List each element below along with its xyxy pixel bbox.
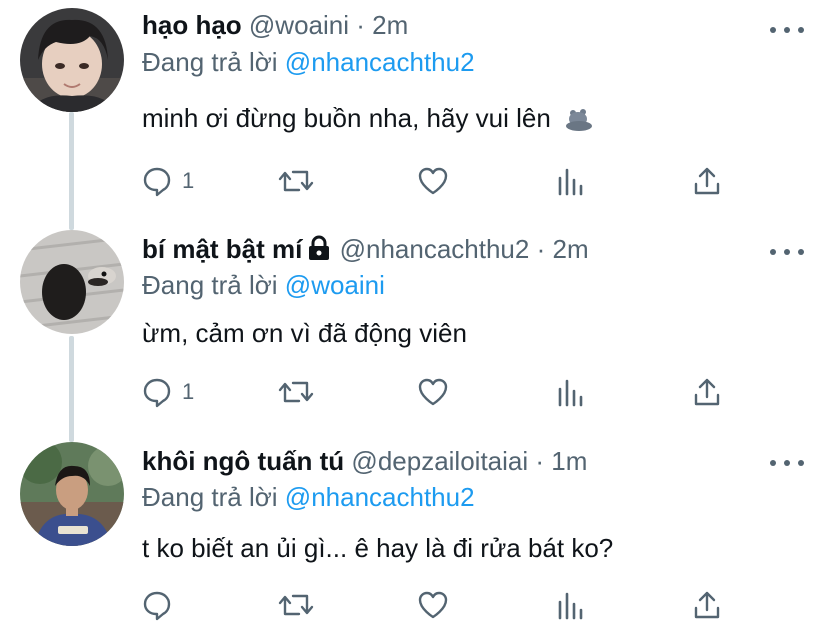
handle[interactable]: @nhancachthu2	[340, 234, 530, 264]
replying-to: Đang trả lời @woaini	[142, 270, 385, 300]
mention-link[interactable]: @nhancachthu2	[285, 482, 475, 512]
analytics-button[interactable]	[554, 163, 588, 199]
reply-button[interactable]: 1	[140, 163, 194, 199]
display-name[interactable]: bí mật bật mí	[142, 234, 302, 264]
display-name[interactable]: hạo hạo	[142, 10, 242, 40]
retweet-icon	[278, 381, 314, 403]
reply-icon	[143, 378, 171, 408]
reply-button[interactable]: 1	[140, 374, 194, 410]
separator: ·	[535, 446, 545, 476]
like-icon	[418, 167, 448, 195]
reply-button[interactable]	[140, 587, 182, 623]
retweet-icon	[278, 170, 314, 192]
replying-to: Đang trả lời @nhancachthu2	[142, 47, 475, 77]
mention-link[interactable]: @woaini	[285, 270, 385, 300]
like-icon	[418, 378, 448, 406]
avatar[interactable]	[20, 442, 124, 546]
retweet-button[interactable]	[276, 587, 316, 623]
share-button[interactable]	[690, 163, 724, 199]
bears-emoji	[564, 106, 594, 138]
timestamp[interactable]: 2m	[553, 234, 589, 264]
reply-icon	[143, 167, 171, 197]
tweet-text: minh ơi đừng buồn nha, hãy vui lên	[142, 103, 551, 133]
replying-to: Đang trả lời @nhancachthu2	[142, 482, 475, 512]
display-name[interactable]: khôi ngô tuấn tú	[142, 446, 344, 476]
share-button[interactable]	[690, 374, 724, 410]
more-icon[interactable]	[770, 20, 804, 40]
tweet[interactable]: hạo hạo @woaini · 2m Đang trả lời @nhanc…	[0, 0, 828, 220]
like-icon	[418, 591, 448, 619]
share-icon	[694, 167, 720, 195]
like-button[interactable]	[416, 163, 450, 199]
reply-count: 1	[182, 168, 195, 193]
retweet-button[interactable]	[276, 163, 316, 199]
replying-prefix: Đang trả lời	[142, 47, 278, 77]
tweet[interactable]: bí mật bật mí @nhancachthu2 · 2m Đang tr…	[0, 220, 828, 432]
timestamp[interactable]: 2m	[372, 10, 408, 40]
like-button[interactable]	[416, 587, 450, 623]
avatar[interactable]	[20, 230, 124, 334]
retweet-icon	[278, 594, 314, 616]
tweet[interactable]: khôi ngô tuấn tú @depzailoitaiai · 1m Đa…	[0, 432, 828, 635]
separator: ·	[356, 10, 365, 40]
avatar[interactable]	[20, 8, 124, 112]
handle[interactable]: @depzailoitaiai	[351, 446, 528, 476]
reply-icon	[143, 591, 171, 621]
handle[interactable]: @woaini	[249, 10, 349, 40]
replying-prefix: Đang trả lời	[142, 482, 278, 512]
mention-link[interactable]: @nhancachthu2	[285, 47, 475, 77]
timestamp[interactable]: 1m	[551, 446, 587, 476]
analytics-button[interactable]	[554, 587, 588, 623]
more-icon[interactable]	[770, 453, 804, 473]
tweet-text: ừm, cảm ơn vì đã động viên	[142, 318, 467, 348]
tweet-text: t ko biết an ủi gì... ê hay là đi rửa bá…	[142, 533, 614, 563]
retweet-button[interactable]	[276, 374, 316, 410]
reply-count: 1	[182, 379, 195, 404]
analytics-icon	[558, 379, 583, 407]
replying-prefix: Đang trả lời	[142, 270, 278, 300]
share-icon	[694, 378, 720, 406]
analytics-icon	[558, 592, 583, 620]
share-button[interactable]	[690, 587, 724, 623]
separator: ·	[536, 234, 546, 264]
tweet-text-row: minh ơi đừng buồn nha, hãy vui lên	[142, 102, 594, 138]
like-button[interactable]	[416, 374, 450, 410]
analytics-button[interactable]	[554, 374, 588, 410]
analytics-icon	[558, 168, 583, 196]
share-icon	[694, 591, 720, 619]
lock-icon	[309, 235, 330, 260]
more-icon[interactable]	[770, 242, 804, 262]
